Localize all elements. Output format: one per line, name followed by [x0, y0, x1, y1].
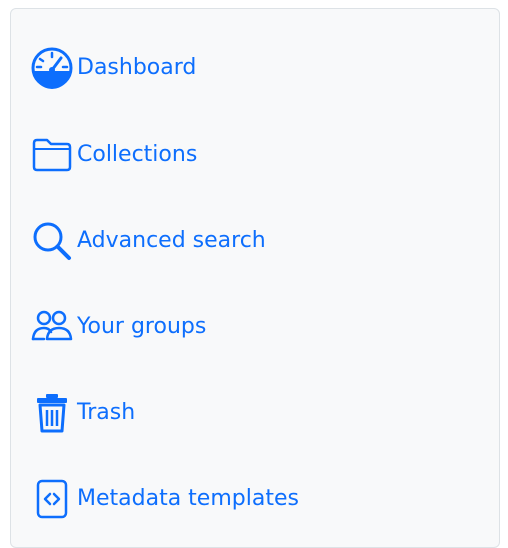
sidebar-item-trash[interactable]: Trash	[29, 390, 135, 436]
sidebar-item-your-groups[interactable]: Your groups	[29, 304, 206, 350]
folder-icon	[29, 132, 75, 178]
sidebar-panel: Dashboard Collections Advanced search Yo…	[10, 8, 500, 548]
people-icon	[29, 304, 75, 350]
dashboard-icon	[29, 45, 75, 91]
sidebar-item-label: Collections	[77, 142, 198, 167]
sidebar-item-label: Dashboard	[77, 55, 197, 80]
code-file-icon	[29, 476, 75, 522]
sidebar-item-advanced-search[interactable]: Advanced search	[29, 218, 266, 264]
sidebar-item-label: Advanced search	[77, 228, 266, 253]
sidebar-item-dashboard[interactable]: Dashboard	[29, 45, 196, 91]
sidebar-item-label: Metadata templates	[77, 486, 299, 511]
sidebar-item-label: Trash	[77, 400, 136, 425]
search-icon	[29, 218, 75, 264]
sidebar-item-label: Your groups	[77, 314, 207, 339]
sidebar-item-collections[interactable]: Collections	[29, 132, 197, 178]
sidebar-item-metadata-templates[interactable]: Metadata templates	[29, 476, 299, 522]
trash-icon	[29, 390, 75, 436]
